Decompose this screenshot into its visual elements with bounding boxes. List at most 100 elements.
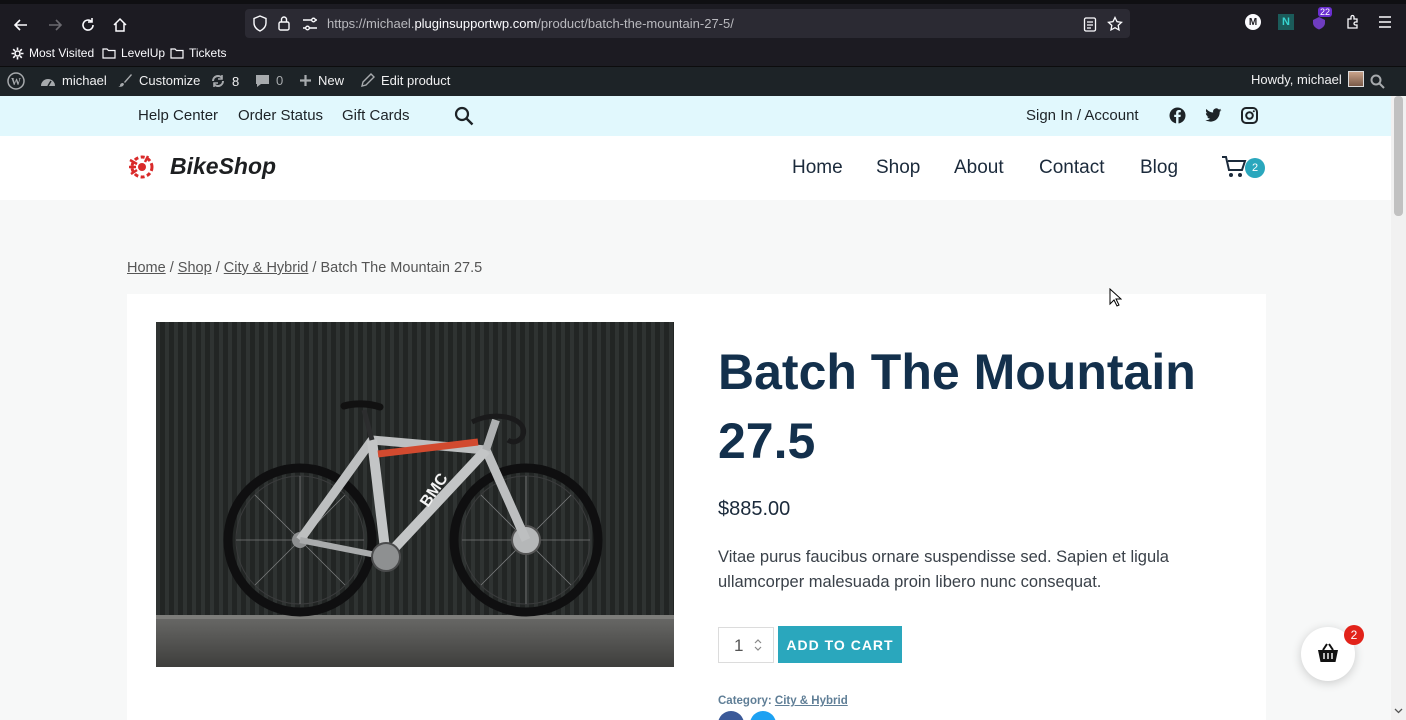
site-top-bar: Help Center Order Status Gift Cards Sign… (0, 96, 1391, 136)
bookmark-tickets[interactable]: Tickets (170, 46, 227, 60)
breadcrumb-separator: / (215, 260, 220, 276)
reader-view-icon[interactable] (1083, 17, 1097, 32)
url-prefix: https://michael. (327, 16, 415, 31)
brush-icon (118, 74, 132, 87)
url-text[interactable]: https://michael.pluginsupportwp.com/prod… (327, 16, 734, 31)
stepper-arrows-icon[interactable] (753, 638, 763, 652)
admin-new-link[interactable]: New (299, 73, 344, 88)
nav-home[interactable]: Home (792, 157, 843, 179)
wp-admin-bar: W michael Customize 8 0 New Edit product… (0, 67, 1406, 96)
admin-my-account[interactable]: Howdy, michael (1251, 71, 1364, 87)
bikeshop-logo-icon[interactable] (126, 151, 158, 183)
breadcrumb-shop[interactable]: Shop (178, 260, 212, 276)
home-icon[interactable] (108, 13, 132, 37)
bookmark-label: LevelUp (121, 46, 166, 60)
admin-customize-link[interactable]: Customize (118, 73, 200, 88)
logo-text[interactable]: BikeShop (170, 153, 276, 180)
admin-site-link[interactable]: michael (40, 73, 107, 88)
category-link[interactable]: City & Hybrid (775, 695, 848, 707)
forward-icon[interactable] (43, 13, 67, 37)
plus-icon (300, 75, 311, 86)
facebook-icon[interactable] (1169, 107, 1186, 124)
breadcrumb-category[interactable]: City & Hybrid (224, 260, 309, 276)
admin-howdy-text: Howdy, michael (1251, 71, 1342, 87)
bookmark-label: Tickets (189, 46, 227, 60)
breadcrumb-separator: / (169, 260, 174, 276)
admin-site-name: michael (62, 73, 107, 88)
extension-n-icon[interactable]: N (1278, 14, 1294, 30)
bookmark-star-icon[interactable] (1107, 16, 1123, 32)
basket-icon (1318, 643, 1338, 662)
product-description: Vitae purus faucibus ornare suspendisse … (718, 548, 1169, 591)
back-icon[interactable] (9, 13, 33, 37)
folder-icon (170, 48, 184, 59)
extensions-puzzle-icon[interactable] (1345, 14, 1361, 30)
reload-icon[interactable] (76, 13, 100, 37)
url-domain: pluginsupportwp.com (414, 16, 538, 31)
profile-m-icon[interactable]: M (1245, 14, 1261, 30)
add-to-cart-button[interactable]: ADD TO CART (778, 626, 902, 663)
breadcrumb-home[interactable]: Home (127, 260, 166, 276)
avatar (1347, 71, 1364, 87)
menu-hamburger-icon[interactable] (1378, 15, 1392, 29)
admin-search-icon[interactable] (1370, 74, 1385, 89)
order-status-link[interactable]: Order Status (238, 107, 323, 124)
page-scrollbar[interactable] (1391, 96, 1406, 720)
admin-comments-link[interactable]: 0 (255, 73, 283, 88)
product-image[interactable]: BMC (156, 322, 674, 667)
gear-icon (11, 47, 24, 59)
dashboard-icon (41, 78, 55, 86)
bookmarks-bar: Most Visited LevelUp Tickets (0, 43, 1406, 67)
bike-photo-illustration: BMC (156, 322, 674, 667)
permissions-icon[interactable] (302, 17, 318, 31)
scrollbar-thumb[interactable] (1394, 96, 1403, 216)
share-facebook-icon[interactable] (718, 711, 744, 720)
admin-edit-product-link[interactable]: Edit product (360, 73, 450, 88)
url-path: /product/batch-the-mountain-27-5/ (537, 16, 734, 31)
comment-icon (256, 74, 269, 87)
search-icon[interactable] (454, 106, 474, 126)
header-cart[interactable]: 2 (1221, 155, 1269, 181)
cart-icon (1222, 156, 1247, 177)
shield-icon[interactable] (252, 15, 268, 32)
quantity-stepper[interactable]: 1 (718, 627, 774, 663)
browser-toolbar: https://michael.pluginsupportwp.com/prod… (0, 0, 1406, 43)
sign-in-account-link[interactable]: Sign In / Account (1026, 107, 1139, 124)
category-label: Category: (718, 695, 772, 707)
add-to-cart-label: ADD TO CART (786, 636, 894, 653)
admin-edit-label: Edit product (381, 73, 451, 88)
pencil-icon (361, 73, 375, 87)
nav-blog[interactable]: Blog (1140, 157, 1178, 179)
quantity-value[interactable]: 1 (734, 636, 743, 656)
admin-comments-count: 0 (276, 73, 284, 88)
admin-new-label: New (318, 73, 345, 88)
gift-cards-link[interactable]: Gift Cards (342, 107, 410, 124)
help-center-link[interactable]: Help Center (138, 107, 218, 124)
bookmark-levelup[interactable]: LevelUp (102, 46, 165, 60)
wordpress-logo-icon[interactable]: W (7, 72, 25, 90)
breadcrumb-current: Batch The Mountain 27.5 (320, 260, 483, 276)
share-twitter-icon[interactable] (750, 711, 776, 720)
twitter-icon[interactable] (1205, 108, 1222, 123)
instagram-icon[interactable] (1241, 107, 1258, 124)
svg-text:W: W (11, 77, 21, 88)
lock-icon[interactable] (277, 15, 291, 32)
scroll-down-icon[interactable] (1394, 708, 1403, 714)
nav-contact[interactable]: Contact (1039, 157, 1104, 179)
nav-shop[interactable]: Shop (876, 157, 920, 179)
extension-shield-icon[interactable]: 22 (1311, 7, 1333, 30)
bookmark-most-visited[interactable]: Most Visited (11, 46, 94, 60)
admin-updates-link[interactable]: 8 (210, 73, 239, 89)
ext-letter: N (1282, 16, 1290, 28)
profile-letter: M (1248, 16, 1258, 28)
floating-cart-button[interactable]: 2 (1301, 625, 1364, 681)
folder-icon (102, 48, 116, 59)
admin-customize-label: Customize (139, 73, 201, 88)
breadcrumb: Home / Shop / City & Hybrid / Batch The … (127, 260, 482, 276)
nav-about[interactable]: About (954, 157, 1004, 179)
product-category: Category: City & Hybrid (718, 695, 848, 707)
site-header: BikeShop Home Shop About Contact Blog 2 (0, 136, 1391, 200)
mouse-cursor-icon (1109, 288, 1122, 307)
url-bar[interactable]: https://michael.pluginsupportwp.com/prod… (245, 9, 1130, 38)
cart-count-badge: 2 (1245, 158, 1265, 178)
